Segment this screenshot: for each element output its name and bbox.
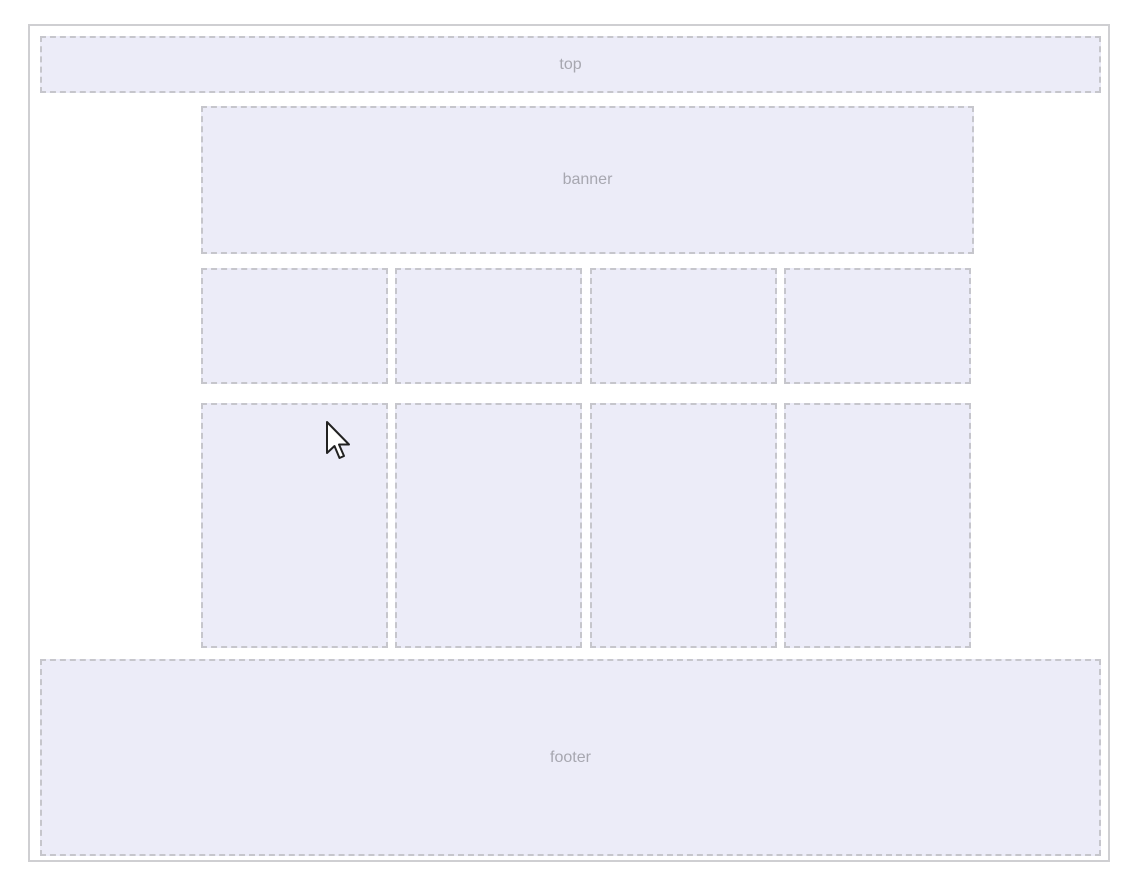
mouse-pointer-icon (326, 421, 350, 459)
tall-cell-1 (201, 403, 388, 648)
banner-block: banner (201, 106, 974, 254)
small-cell-4 (784, 268, 971, 384)
tall-cell-3 (590, 403, 777, 648)
footer-block: footer (40, 659, 1101, 856)
top-block: top (40, 36, 1101, 93)
top-label: top (559, 55, 582, 73)
small-cell-2 (395, 268, 582, 384)
footer-label: footer (550, 748, 591, 766)
banner-label: banner (562, 171, 613, 188)
tall-cell-2 (395, 403, 582, 648)
tall-cell-4 (784, 403, 971, 648)
small-cell-3 (590, 268, 777, 384)
small-cell-1 (201, 268, 388, 384)
